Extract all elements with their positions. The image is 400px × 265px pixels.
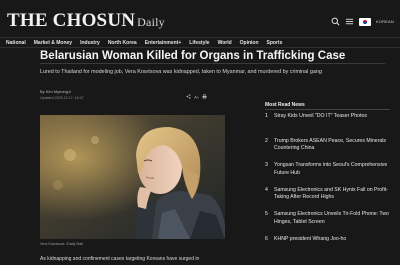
most-read-link[interactable]: Trump Brokers ASEAN Peace, Secures Miner… — [274, 138, 393, 153]
logo-sub: Daily — [137, 15, 165, 29]
article-body: As kidnapping and confinement cases targ… — [40, 256, 200, 262]
most-read-list: 1 Stray Kids Unveil "DO IT" Teaser Photo… — [265, 113, 393, 260]
search-icon[interactable] — [331, 17, 340, 26]
sidebar-divider — [265, 109, 390, 110]
nav-market-money[interactable]: Market & Money — [34, 40, 72, 46]
main-nav: National Market & Money Industry North K… — [0, 37, 400, 48]
most-read-item[interactable]: 6 KHNP president Whang Joo-ho — [265, 236, 393, 261]
most-read-title: Most Read News — [265, 102, 305, 108]
flag-icon[interactable] — [358, 17, 371, 26]
most-read-rank: 3 — [265, 162, 268, 168]
most-read-item[interactable]: 4 Samsung Electronics and SK Hynix Fall … — [265, 187, 393, 212]
headline-divider — [40, 63, 385, 64]
logo-main: THE CHOSUN — [7, 10, 136, 31]
article-updated: Updated 2025.10.17. 16:47 — [40, 96, 84, 100]
article-byline[interactable]: By Kim Myeong-il — [40, 89, 71, 94]
site-logo[interactable]: THE CHOSUN Daily — [7, 10, 165, 32]
most-read-item[interactable]: 5 Samsung Electronics Unveils Tri-Fold P… — [265, 211, 393, 236]
article-subhead: Lured to Thailand for modeling job, Vera… — [40, 69, 322, 75]
nav-industry[interactable]: Industry — [80, 40, 100, 46]
most-read-link[interactable]: Samsung Electronics Unveils Tri-Fold Pho… — [274, 211, 393, 226]
article-headline: Belarusian Woman Killed for Organs in Tr… — [40, 50, 346, 62]
most-read-link[interactable]: KHNP president Whang Joo-ho — [274, 236, 393, 244]
most-read-link[interactable]: Stray Kids Unveil "DO IT" Teaser Photos — [274, 113, 393, 121]
photo-caption: Vera Kravtsova. /Daily Mail — [40, 242, 83, 246]
most-read-rank: 2 — [265, 137, 268, 144]
most-read-rank: 4 — [265, 186, 268, 193]
nav-sports[interactable]: Sports — [267, 40, 283, 46]
menu-icon[interactable] — [345, 17, 354, 26]
most-read-rank: 6 — [265, 235, 268, 242]
most-read-rank: 1 — [265, 113, 268, 119]
masthead: THE CHOSUN Daily KOREAN — [0, 0, 400, 36]
svg-text:A: A — [197, 96, 199, 99]
print-icon[interactable] — [202, 94, 207, 99]
article-tools: A A — [186, 94, 207, 99]
woman-portrait-image — [40, 115, 225, 239]
header-tools: KOREAN — [331, 17, 394, 26]
most-read-rank: 5 — [265, 211, 268, 217]
nav-opinion[interactable]: Opinion — [240, 40, 259, 46]
nav-entertainment[interactable]: Entertainment+ — [145, 40, 182, 46]
language-label[interactable]: KOREAN — [376, 19, 394, 24]
most-read-item[interactable]: 3 Yongsan Transforms into Seoul's Compre… — [265, 162, 393, 187]
nav-national[interactable]: National — [6, 40, 26, 46]
nav-world[interactable]: World — [218, 40, 232, 46]
most-read-item[interactable]: 1 Stray Kids Unveil "DO IT" Teaser Photo… — [265, 113, 393, 138]
share-icon[interactable] — [186, 94, 191, 99]
most-read-item[interactable]: 2 Trump Brokers ASEAN Peace, Secures Min… — [265, 138, 393, 163]
most-read-link[interactable]: Yongsan Transforms into Seoul's Comprehe… — [274, 162, 393, 177]
nav-lifestyle[interactable]: Lifestyle — [189, 40, 209, 46]
font-size-icon[interactable]: A A — [194, 94, 199, 99]
nav-north-korea[interactable]: North Korea — [108, 40, 137, 46]
article-photo[interactable] — [40, 115, 225, 239]
most-read-link[interactable]: Samsung Electronics and SK Hynix Fall on… — [274, 187, 393, 202]
